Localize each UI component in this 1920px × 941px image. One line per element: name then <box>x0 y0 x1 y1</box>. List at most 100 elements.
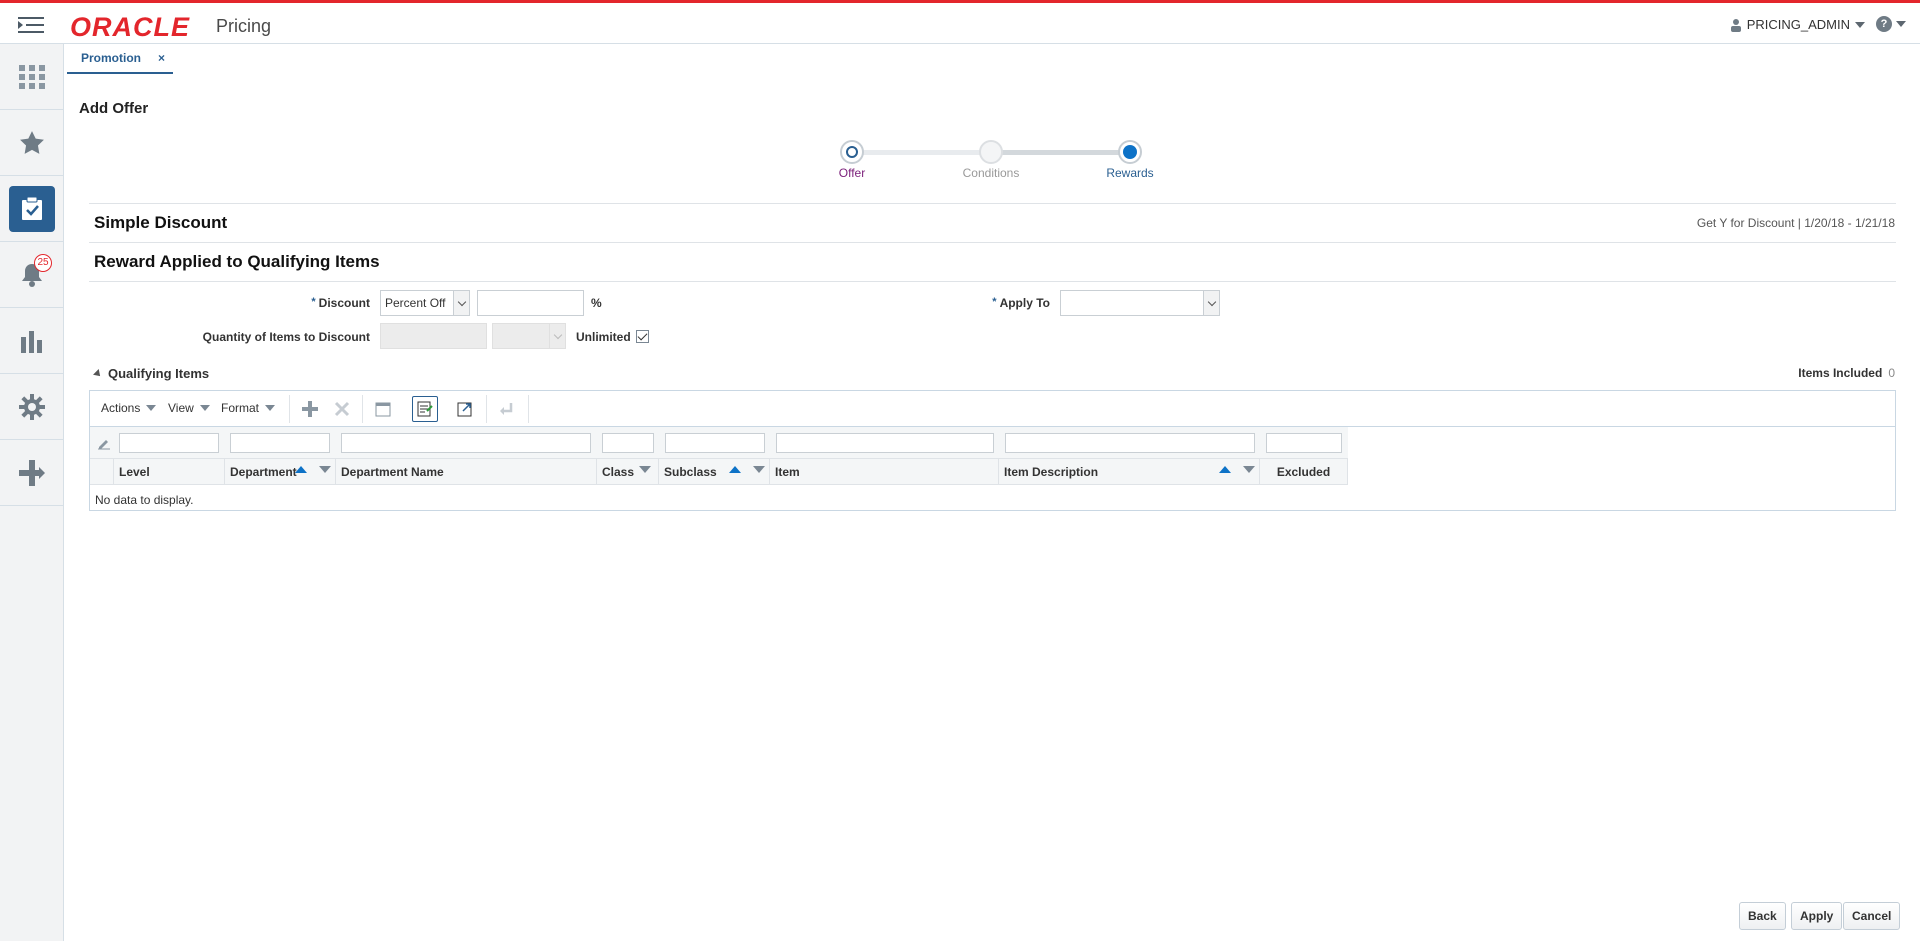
sort-descending-icon[interactable] <box>753 466 765 473</box>
items-included-label: Items Included <box>1798 366 1883 380</box>
sort-ascending-icon[interactable] <box>729 466 741 473</box>
help-menu[interactable]: ? <box>1876 16 1906 32</box>
nav-notifications[interactable]: 25 <box>0 242 64 308</box>
train-stop-conditions[interactable] <box>979 140 1003 164</box>
delete-x-icon <box>334 401 350 417</box>
column-header-subclass[interactable]: Subclass <box>659 459 770 485</box>
column-header-department-name[interactable]: Department Name <box>336 459 597 485</box>
sort-descending-icon[interactable] <box>639 466 651 473</box>
apply-button[interactable]: Apply <box>1791 902 1843 930</box>
nav-apps[interactable] <box>0 44 64 110</box>
filter-row <box>90 427 1348 459</box>
add-button[interactable] <box>297 396 323 422</box>
wrap-button[interactable] <box>494 396 520 422</box>
tab-promotion[interactable]: Promotion × <box>67 44 173 74</box>
sort-icons[interactable] <box>1219 466 1255 473</box>
nav-favorites[interactable] <box>0 110 64 176</box>
toolbar-separator <box>362 395 363 423</box>
discount-label-text: Discount <box>318 296 370 310</box>
divider <box>89 203 1896 204</box>
unlimited-checkbox[interactable] <box>636 330 649 343</box>
percent-label: % <box>591 296 602 310</box>
chevron-down-icon[interactable] <box>1203 291 1219 315</box>
toolbar-separator <box>528 395 529 423</box>
top-header: ORACLE Pricing PRICING_ADMIN ? <box>0 0 1920 44</box>
train-label-rewards[interactable]: Rewards <box>1080 166 1180 180</box>
department-name-filter[interactable] <box>341 433 591 453</box>
sort-icons[interactable] <box>295 466 331 473</box>
detach-button[interactable] <box>452 396 478 422</box>
chevron-down-icon <box>199 405 210 411</box>
left-navigation: 25 <box>0 44 64 941</box>
train-stop-offer[interactable] <box>840 140 864 164</box>
back-button[interactable]: Back <box>1739 902 1786 930</box>
items-included-count: 0 <box>1888 366 1895 380</box>
header-row: Level Department Department Name Class S… <box>90 459 1348 485</box>
sort-icons[interactable] <box>729 466 765 473</box>
column-label: Subclass <box>664 465 717 479</box>
sort-descending-icon[interactable] <box>319 466 331 473</box>
sort-icons[interactable] <box>639 466 651 473</box>
excluded-filter[interactable] <box>1266 433 1342 453</box>
actions-menu[interactable]: Actions <box>101 401 157 415</box>
view-label: View <box>168 401 194 415</box>
qty-label: Quantity of Items to Discount <box>202 330 370 344</box>
discount-type-select[interactable]: Percent Off <box>380 290 470 316</box>
chevron-down-icon <box>1896 21 1906 27</box>
user-icon <box>1730 18 1741 32</box>
train-connector <box>860 150 985 155</box>
subclass-filter[interactable] <box>665 433 765 453</box>
column-header-excluded[interactable]: Excluded <box>1260 459 1348 485</box>
menu-icon[interactable] <box>18 15 44 35</box>
required-mark: * <box>992 296 997 308</box>
disclosure-icon[interactable] <box>93 368 103 379</box>
toolbar-separator <box>486 395 487 423</box>
train-label-conditions[interactable]: Conditions <box>941 166 1041 180</box>
return-arrow-icon <box>500 403 513 415</box>
train-stop-rewards[interactable] <box>1118 140 1142 164</box>
class-filter[interactable] <box>602 433 654 453</box>
delete-button[interactable] <box>329 396 355 422</box>
nav-settings[interactable] <box>0 374 64 440</box>
item-description-filter[interactable] <box>1005 433 1255 453</box>
item-filter[interactable] <box>776 433 994 453</box>
apply-to-select[interactable] <box>1060 290 1220 316</box>
format-label: Format <box>221 401 260 415</box>
nav-reports[interactable] <box>0 308 64 374</box>
chevron-down-icon[interactable] <box>453 291 469 315</box>
filter-edit-icon <box>417 401 433 417</box>
calendar-icon <box>375 402 391 417</box>
sort-ascending-icon[interactable] <box>295 466 307 473</box>
freeze-button[interactable] <box>370 396 396 422</box>
close-icon[interactable]: × <box>158 51 165 65</box>
reward-title: Reward Applied to Qualifying Items <box>94 252 380 271</box>
sort-ascending-icon[interactable] <box>1219 466 1231 473</box>
discount-value-input[interactable] <box>477 290 584 316</box>
bar-chart-icon <box>21 330 42 353</box>
qualifying-items-table: Level Department Department Name Class S… <box>89 426 1896 511</box>
chevron-down-icon <box>265 405 276 411</box>
column-header-item[interactable]: Item <box>770 459 999 485</box>
column-header-level[interactable]: Level <box>114 459 225 485</box>
apply-to-label: * Apply To <box>960 296 1050 310</box>
clear-filter-icon[interactable] <box>97 436 111 450</box>
level-filter[interactable] <box>119 433 219 453</box>
nav-add[interactable] <box>0 440 64 506</box>
column-header-item-description[interactable]: Item Description <box>999 459 1260 485</box>
department-filter[interactable] <box>230 433 330 453</box>
user-menu[interactable]: PRICING_ADMIN <box>1730 17 1865 32</box>
items-included: Items Included 0 <box>1798 366 1895 380</box>
view-menu[interactable]: View <box>168 401 210 415</box>
format-menu[interactable]: Format <box>221 401 276 415</box>
nav-tasks[interactable] <box>0 176 64 242</box>
apps-grid-icon <box>19 64 45 89</box>
sort-descending-icon[interactable] <box>1243 466 1255 473</box>
apply-to-label-text: Apply To <box>999 296 1050 310</box>
column-header-class[interactable]: Class <box>597 459 659 485</box>
query-by-example-button[interactable] <box>412 396 438 422</box>
train-label-offer[interactable]: Offer <box>802 166 902 180</box>
qualifying-items-header[interactable]: Qualifying Items <box>93 366 209 381</box>
cancel-button[interactable]: Cancel <box>1843 902 1901 930</box>
column-header-department[interactable]: Department <box>225 459 336 485</box>
tab-label: Promotion <box>81 51 141 65</box>
